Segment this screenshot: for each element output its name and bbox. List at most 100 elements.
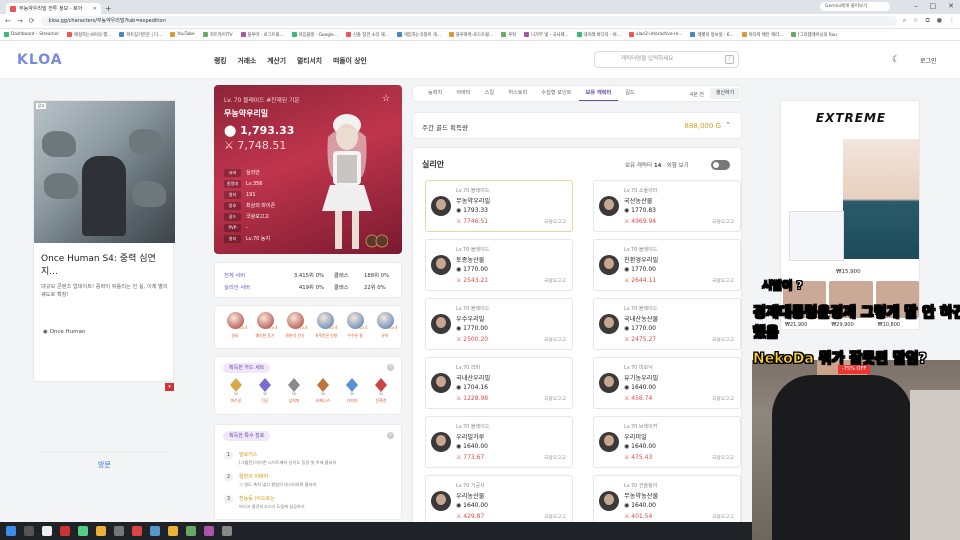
card-item[interactable]: 30 진흑천 [371, 378, 391, 404]
engraving-item[interactable]: Lv.4 원한의 전기 [285, 312, 308, 339]
bookmark-item[interactable]: 블루와룩-로드트윙... [448, 32, 493, 38]
kloa-logo[interactable]: KLOA [17, 52, 63, 68]
bookmark-item[interactable]: 치트키/미TV [202, 32, 233, 38]
login-link[interactable]: 로그인 [920, 56, 937, 65]
zoom-icon[interactable]: ⌕ [903, 17, 906, 25]
info-icon[interactable]: i [387, 432, 394, 439]
tab-item[interactable]: 길드 [618, 86, 642, 101]
search-icon[interactable] [24, 526, 34, 536]
right-advertisement[interactable]: EXTREME ₩15,900 ₩21,900 ₩29,900 ₩10,800 [780, 100, 920, 330]
engraving-item[interactable]: Lv.4 우수한 결 [345, 312, 368, 339]
favorite-star-icon[interactable]: ☆ [382, 94, 390, 104]
chevron-up-icon[interactable]: ⌃ [725, 121, 731, 129]
character-card[interactable]: Lv.70 데모닉 유기농우리밀 ◉ 1640.00 ⚔ 456.74 국왕모고고 [593, 357, 741, 409]
refresh-button[interactable]: 갱신하기 [710, 88, 740, 99]
character-search-input[interactable]: 캐릭터명을 입력하세요 / [594, 51, 739, 68]
card-awaken: 30 [320, 392, 326, 396]
ad-close-icon[interactable]: ▾ [165, 383, 174, 391]
files-icon[interactable] [42, 526, 52, 536]
reload-icon[interactable]: ⟳ [29, 17, 35, 25]
info-icon[interactable]: i [387, 364, 394, 371]
ad-visit-button[interactable]: 방문 [35, 451, 174, 478]
weekly-gold-card[interactable]: 주간 골드 획득량 888,000 G ⌃ [412, 112, 742, 139]
url-input[interactable]: kloa.gg/characters/무농약우리밀?tab=expedition [40, 16, 897, 26]
engraving-item[interactable]: Lv.4 실리 [225, 312, 248, 339]
tab-item[interactable]: 수집형 포인트 [534, 86, 578, 101]
character-card[interactable]: Lv.70 블레이드 무농약우리밀 ◉ 1793.33 ⚔ 7746.51 국왕모고고 [425, 180, 573, 232]
menu-icon[interactable]: ⋮ [949, 17, 955, 25]
app-icon[interactable] [150, 526, 160, 536]
tab-item[interactable]: 능력치 [421, 86, 449, 101]
back-icon[interactable]: ← [5, 17, 11, 25]
bookmark-item[interactable]: 이타워 배안 캐리... [741, 32, 783, 38]
character-card[interactable]: Lv.70 블레이드 우수우리밀 ◉ 1770.00 ⚔ 2500.20 국왕모고고 [425, 298, 573, 350]
bookmark-item[interactable]: YouTube [170, 32, 195, 37]
tab-item[interactable]: 아바타 [449, 86, 477, 101]
character-card[interactable]: Lv.70 기공사 우리농산물 ◉ 1640.00 ⚔ 429.87 국왕모고고 [425, 475, 573, 527]
engraving-item[interactable]: Lv.4 예리한 둔기 [255, 312, 278, 339]
bookmark-item[interactable]: 루팍 [501, 32, 516, 38]
card-item[interactable]: 30 각군 [255, 378, 275, 404]
app-icon[interactable] [78, 526, 88, 536]
app-icon[interactable] [60, 526, 70, 536]
ad-title[interactable]: Once Human S4: 중력 심연 지... [41, 253, 171, 279]
character-name: 국내산우리밀 [456, 375, 491, 382]
bookmark-item[interactable]: 게임하는코뚱이 게... [396, 32, 441, 38]
character-card[interactable]: Lv.70 블레이드 토종농산물 ◉ 1770.00 ⚔ 2543.21 국왕모고고 [425, 239, 573, 291]
nav-ranking[interactable]: 랭킹 [214, 55, 227, 65]
character-card[interactable]: Lv.70 리퍼 국내산우리밀 ◉ 1704.16 ⚔ 1228.98 국왕모고고 [425, 357, 573, 409]
nav-multisearch[interactable]: 멀티서치 [297, 55, 322, 65]
character-card[interactable]: Lv.70 소울이터 국산농산물 ◉ 1770.83 ⚔ 4969.94 국왕모고고 [593, 180, 741, 232]
bookmark-star-icon[interactable]: ☆ [913, 17, 918, 25]
app-icon[interactable] [114, 526, 124, 536]
bookmark-item[interactable]: 자임블랭 - Google... [291, 32, 338, 38]
maximize-icon[interactable]: □ [930, 2, 937, 10]
browser-tab[interactable]: 무농약우리밀 전투 정보 - 로아 ✕ [6, 3, 101, 14]
start-icon[interactable] [6, 526, 16, 536]
bookmark-item[interactable]: 레펫의 정보실 : 6... [690, 32, 734, 38]
character-card[interactable]: Lv.70 건슬링어 무농약농산물 ◉ 1640.00 ⚔ 401.54 국왕모고고 [593, 475, 741, 527]
nav-merchant[interactable]: 떠돌이 상인 [333, 55, 367, 65]
character-card[interactable]: Lv.70 브레이커 우리미일 ◉ 1640.00 ⚔ 475.43 국왕모고고 [593, 416, 741, 468]
bookmark-item[interactable]: 신플 참견 소리 재... [345, 32, 389, 38]
bookmark-item[interactable]: 데이레 바다자 - 바... [576, 32, 621, 38]
bookmark-item[interactable]: alan2-interactive-re... [628, 32, 682, 37]
tab-item[interactable]: 보유 캐릭터 [578, 86, 619, 101]
minimize-icon[interactable]: – [914, 2, 918, 10]
bookmark-item[interactable]: [그라템레이닝의 Rou [791, 32, 837, 38]
bookmark-item[interactable]: 블루마 - 로그트윗... [240, 32, 284, 38]
character-card[interactable]: Lv.70 블레이드 국내산농산물 ◉ 1770.00 ⚔ 2475.27 국왕모고고 [593, 298, 741, 350]
card-item[interactable]: 30 가져하 [342, 378, 362, 404]
appearance-toggle[interactable] [711, 160, 730, 170]
extensions-icon[interactable]: ⧉ [925, 17, 929, 25]
bookmark-item[interactable]: 애정하는사이의 행... [67, 32, 111, 38]
bookmark-item[interactable]: 나가부 빛 - 국사제... [524, 32, 569, 38]
bookmark-item[interactable]: Dashboard – Streamer [4, 32, 59, 37]
nav-calculator[interactable]: 계산기 [267, 55, 286, 65]
app-icon[interactable] [186, 526, 196, 536]
forward-icon[interactable]: → [17, 17, 23, 25]
tab-item[interactable]: 히스토리 [501, 86, 534, 101]
chrome-icon[interactable] [96, 526, 106, 536]
app-icon[interactable] [204, 526, 214, 536]
tab-item[interactable]: 스킬 [478, 86, 502, 101]
folder-icon[interactable] [168, 526, 178, 536]
dark-mode-icon[interactable]: ☾ [892, 55, 900, 65]
close-icon[interactable]: ✕ [93, 6, 97, 12]
engraving-item[interactable]: Lv.4 유아 [375, 312, 398, 339]
card-item[interactable]: 30 파수꾼 [226, 378, 246, 404]
close-window-icon[interactable]: ✕ [948, 2, 954, 10]
gemini-button[interactable]: Gemini에게 물어보기 [820, 2, 890, 11]
card-item[interactable]: 30 낯지파 [284, 378, 304, 404]
app-icon[interactable] [132, 526, 142, 536]
engraving-item[interactable]: Lv.4 저주받은 인형 [315, 312, 338, 339]
profile-icon[interactable]: ● [937, 17, 942, 25]
left-advertisement[interactable]: 광고 Once Human S4: 중력 심연 지... 대규모 콘텐츠 업데이… [33, 100, 175, 469]
character-card[interactable]: Lv.70 블레이드 친환경우리밀 ◉ 1770.00 ⚔ 2644.11 국왕모고고 [593, 239, 741, 291]
card-item[interactable]: 30 라제니스 [313, 378, 333, 404]
new-tab-icon[interactable]: + [105, 3, 112, 14]
character-card[interactable]: Lv.70 블레이드 우리밀가루 ◉ 1640.00 ⚔ 773.67 국왕모고고 [425, 416, 573, 468]
nav-market[interactable]: 거래소 [238, 55, 257, 65]
app-icon[interactable] [222, 526, 232, 536]
bookmark-item[interactable]: 파트장기본문 | 다... [119, 32, 162, 38]
